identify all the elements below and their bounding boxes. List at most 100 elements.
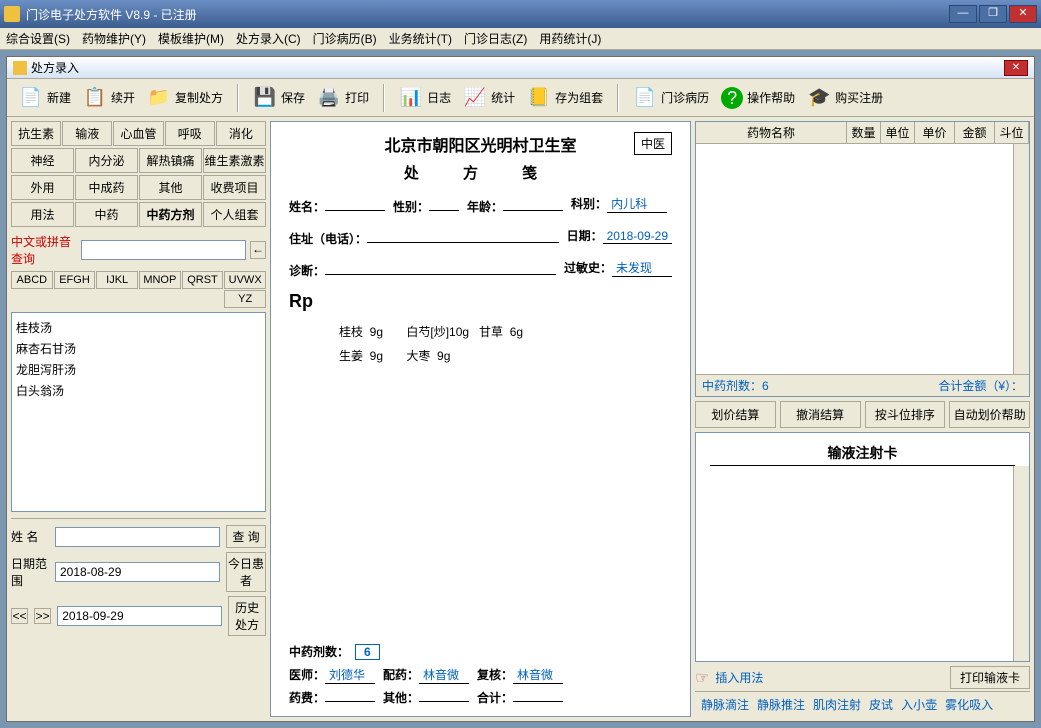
tab-tcm[interactable]: 中药 (75, 202, 138, 227)
alpha-qrst[interactable]: QRST (182, 271, 224, 289)
close-button[interactable]: ✕ (1009, 5, 1037, 23)
date-value: 2018-09-29 (603, 229, 672, 244)
tab-other[interactable]: 其他 (139, 175, 202, 200)
list-item[interactable]: 桂枝汤 (16, 317, 261, 338)
name-label: 姓 名 (11, 528, 49, 545)
list-item[interactable]: 白头翁汤 (16, 380, 261, 401)
copy-button[interactable]: 📁复制处方 (143, 84, 227, 112)
tab-usage[interactable]: 用法 (11, 202, 74, 227)
alpha-abcd[interactable]: ABCD (11, 271, 53, 289)
route-iv-drip[interactable]: 静脉滴注 (701, 696, 749, 713)
print-button[interactable]: 🖨️打印 (313, 84, 373, 112)
col-amount[interactable]: 金额 (955, 122, 995, 143)
print-infusion-button[interactable]: 打印输液卡 (950, 666, 1030, 689)
menu-rx[interactable]: 处方录入(C) (236, 30, 301, 47)
search-arrow-button[interactable]: ← (250, 241, 266, 259)
date-from-input[interactable] (55, 562, 220, 582)
total-summary: 合计金额（¥）： (938, 377, 1023, 394)
tab-endo[interactable]: 内分泌 (75, 148, 138, 173)
tab-vitamin[interactable]: 维生素激素 (203, 148, 266, 173)
menu-drugs[interactable]: 药物维护(Y) (82, 30, 146, 47)
tab-neuro[interactable]: 神经 (11, 148, 74, 173)
route-im[interactable]: 肌肉注射 (813, 696, 861, 713)
inner-titlebar: 处方录入 ✕ (7, 57, 1034, 79)
history-rx-button[interactable]: 历史处方 (228, 596, 266, 636)
help-button[interactable]: ?操作帮助 (717, 85, 799, 111)
nav-prev-button[interactable]: << (11, 608, 28, 624)
tab-antibiotic[interactable]: 抗生素 (11, 121, 61, 146)
tab-resp[interactable]: 呼吸 (165, 121, 215, 146)
inner-close-button[interactable]: ✕ (1004, 60, 1028, 76)
menu-settings[interactable]: 综合设置(S) (6, 30, 70, 47)
insert-usage-link[interactable]: 插入用法 (715, 669, 944, 686)
alpha-uvwx[interactable]: UVWX (224, 271, 266, 289)
menu-templates[interactable]: 模板维护(M) (158, 30, 224, 47)
col-unit[interactable]: 单位 (881, 122, 915, 143)
sort-button[interactable]: 按斗位排序 (865, 401, 946, 428)
search-button[interactable]: 查 询 (226, 525, 266, 548)
route-kettle[interactable]: 入小壶 (901, 696, 937, 713)
route-iv-push[interactable]: 静脉推注 (757, 696, 805, 713)
list-item[interactable]: 麻杏石甘汤 (16, 338, 261, 359)
new-icon: 📄 (19, 86, 43, 110)
inner-icon (13, 61, 27, 75)
save-button[interactable]: 💾保存 (249, 84, 309, 112)
today-button[interactable]: 今日患者 (226, 552, 266, 592)
scrollbar[interactable] (1013, 144, 1029, 374)
menu-stats[interactable]: 业务统计(T) (389, 30, 452, 47)
alpha-ijkl[interactable]: IJKL (96, 271, 138, 289)
history-button[interactable]: 📄门诊病历 (629, 84, 713, 112)
allergy-value: 未发现 (612, 259, 672, 277)
name-input[interactable] (55, 527, 220, 547)
rp-label: Rp (289, 291, 672, 312)
date-to-input[interactable] (57, 606, 222, 626)
dose-value[interactable]: 6 (355, 644, 380, 660)
tab-infusion[interactable]: 输液 (62, 121, 112, 146)
buy-button[interactable]: 🎓购买注册 (803, 84, 887, 112)
alpha-mnop[interactable]: MNOP (139, 271, 181, 289)
left-panel: 抗生素 输液 心血管 呼吸 消化 神经 内分泌 解热镇痛 维生素激素 外用 中成… (11, 121, 266, 717)
saveset-button[interactable]: 📒存为组套 (523, 84, 607, 112)
alpha-efgh[interactable]: EFGH (54, 271, 96, 289)
route-row: 静脉滴注 静脉推注 肌肉注射 皮试 入小壶 雾化吸入 (695, 691, 1030, 717)
inner-title: 处方录入 (31, 59, 1004, 76)
infusion-title: 输液注射卡 (710, 437, 1015, 466)
col-qty[interactable]: 数量 (847, 122, 881, 143)
stat-button[interactable]: 📈统计 (459, 84, 519, 112)
alpha-yz[interactable]: YZ (224, 290, 266, 308)
route-skin-test[interactable]: 皮试 (869, 696, 893, 713)
new-button[interactable]: 📄新建 (15, 84, 75, 112)
tab-tcm-patent[interactable]: 中成药 (75, 175, 138, 200)
col-pos[interactable]: 斗位 (995, 122, 1029, 143)
price-button[interactable]: 划价结算 (695, 401, 776, 428)
tab-tcm-formula[interactable]: 中药方剂 (139, 202, 202, 227)
menu-drugstats[interactable]: 用药统计(J) (539, 30, 601, 47)
cancel-price-button[interactable]: 撤消结算 (780, 401, 861, 428)
dispense-value: 林音微 (419, 666, 469, 684)
hospital-name: 北京市朝阳区光明村卫生室 (289, 132, 672, 156)
col-price[interactable]: 单价 (915, 122, 955, 143)
minimize-button[interactable]: — (949, 5, 977, 23)
tab-digest[interactable]: 消化 (216, 121, 266, 146)
menu-records[interactable]: 门诊病历(B) (313, 30, 377, 47)
drug-table-body[interactable] (696, 144, 1029, 374)
menu-log[interactable]: 门诊日志(Z) (464, 30, 527, 47)
log-button[interactable]: 📊日志 (395, 84, 455, 112)
nav-next-button[interactable]: >> (34, 608, 51, 624)
route-nebulize[interactable]: 雾化吸入 (945, 696, 993, 713)
list-item[interactable]: 龙胆泻肝汤 (16, 359, 261, 380)
doctor-value: 刘德华 (325, 666, 375, 684)
tab-external[interactable]: 外用 (11, 175, 74, 200)
maximize-button[interactable]: ❐ (979, 5, 1007, 23)
autoprice-help-button[interactable]: 自动划价帮助 (949, 401, 1030, 428)
tab-cardio[interactable]: 心血管 (113, 121, 163, 146)
scrollbar[interactable] (1013, 466, 1029, 661)
reopen-button[interactable]: 📋续开 (79, 84, 139, 112)
tcm-badge: 中医 (634, 132, 672, 155)
col-drugname[interactable]: 药物名称 (696, 122, 847, 143)
tab-fee[interactable]: 收费项目 (203, 175, 266, 200)
search-input[interactable] (81, 240, 246, 260)
tab-personal[interactable]: 个人组套 (203, 202, 266, 227)
tab-antipyretic[interactable]: 解热镇痛 (139, 148, 202, 173)
formula-list[interactable]: 桂枝汤 麻杏石甘汤 龙胆泻肝汤 白头翁汤 (11, 312, 266, 512)
